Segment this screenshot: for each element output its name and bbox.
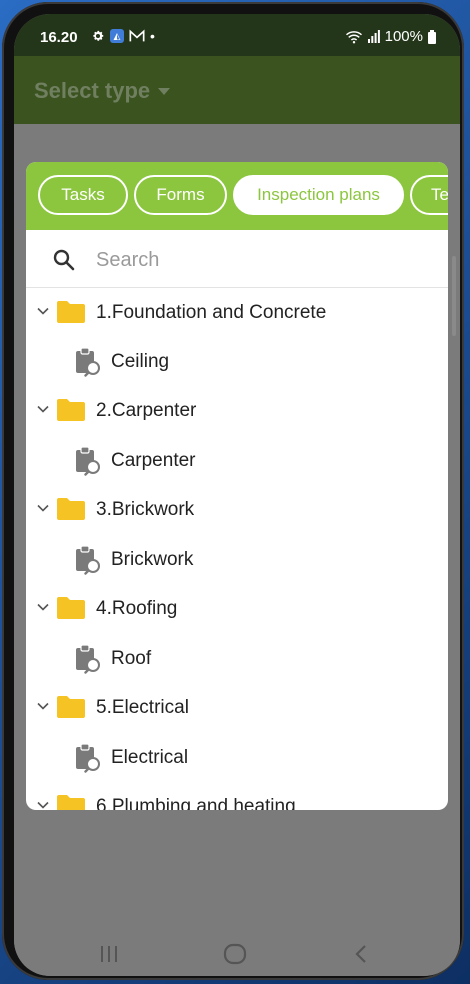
plan-label: Electrical — [111, 747, 189, 768]
chevron-down-icon[interactable] — [36, 600, 50, 614]
back-icon — [355, 945, 366, 963]
chevron-down-icon[interactable] — [36, 304, 50, 318]
battery-percentage: 100% — [384, 28, 423, 45]
search-bar — [26, 230, 448, 288]
battery-icon — [428, 29, 436, 44]
folder-icon — [57, 597, 85, 619]
folder-label: 2.Carpenter — [96, 400, 197, 421]
tree-folder-row[interactable]: 4.Roofing — [26, 584, 448, 633]
mail-icon — [129, 29, 145, 42]
clipboard-search-icon — [76, 347, 100, 377]
plan-label: Carpenter — [111, 450, 196, 471]
app-bar: Select type — [14, 56, 460, 124]
folder-label: 3.Brickwork — [96, 499, 195, 520]
device-background: 16.20 ◭ • 100% Select type Tasks Forms I… — [0, 0, 470, 984]
home-button[interactable] — [220, 942, 250, 966]
status-system-icons: 100% — [345, 28, 436, 45]
recent-apps-button[interactable] — [94, 942, 124, 966]
tab-inspection-plans[interactable]: Inspection plans — [233, 175, 404, 215]
wifi-icon — [345, 30, 362, 43]
screen: 16.20 ◭ • 100% Select type Tasks Forms I… — [14, 14, 460, 976]
tree-folder-row[interactable]: 1.Foundation and Concrete — [26, 288, 448, 337]
tree-plan-row[interactable]: Brickwork — [26, 535, 448, 584]
plan-label: Ceiling — [111, 351, 170, 372]
folder-icon — [57, 795, 85, 810]
app-notification-icon: ◭ — [110, 29, 124, 43]
tree-plan-row[interactable]: Roof — [26, 634, 448, 683]
chevron-down-icon[interactable] — [36, 501, 50, 515]
folder-label: 5.Electrical — [96, 697, 189, 718]
folder-label: 4.Roofing — [96, 598, 178, 619]
status-bar: 16.20 ◭ • 100% — [14, 14, 460, 56]
select-type-dropdown[interactable]: Select type — [34, 78, 171, 104]
tab-label: Inspection plans — [257, 185, 380, 204]
tree-plan-row[interactable]: Ceiling — [26, 337, 448, 386]
clipboard-search-icon — [76, 446, 100, 476]
inspection-plan-tree: 1.Foundation and Concrete Ceiling 2.Carp… — [26, 288, 448, 810]
plan-label: Roof — [111, 648, 152, 669]
chevron-down-icon[interactable] — [36, 798, 50, 810]
folder-label: 6.Plumbing and heating — [96, 796, 296, 810]
signal-icon — [367, 30, 380, 43]
tab-label: Forms — [156, 185, 205, 204]
tree-folder-row[interactable]: 6.Plumbing and heating — [26, 782, 448, 810]
tab-forms[interactable]: Forms — [134, 175, 227, 215]
tree-folder-row[interactable]: 3.Brickwork — [26, 485, 448, 534]
tab-templates[interactable]: Te — [410, 175, 448, 215]
folder-icon — [57, 301, 85, 323]
folder-label: 1.Foundation and Concrete — [96, 302, 327, 323]
back-button[interactable] — [346, 942, 376, 966]
clipboard-search-icon — [76, 644, 100, 674]
caret-down-icon — [158, 87, 171, 95]
select-type-dialog: Tasks Forms Inspection plans Te Search 1… — [26, 162, 448, 810]
plan-label: Brickwork — [111, 549, 194, 570]
tab-label: Tasks — [61, 185, 105, 204]
tree-folder-row[interactable]: 2.Carpenter — [26, 386, 448, 435]
gear-icon — [93, 30, 104, 41]
folder-icon — [57, 498, 85, 520]
search-input[interactable] — [94, 244, 428, 276]
chevron-down-icon[interactable] — [36, 699, 50, 713]
tree-folder-row[interactable]: 5.Electrical — [26, 683, 448, 732]
scrollbar[interactable] — [452, 256, 456, 336]
folder-icon — [57, 399, 85, 421]
chevron-down-icon[interactable] — [36, 402, 50, 416]
tab-label: Te — [431, 185, 448, 204]
home-icon — [223, 943, 247, 965]
clipboard-search-icon — [76, 743, 100, 773]
status-time: 16.20 — [40, 29, 78, 46]
type-tabs: Tasks Forms Inspection plans Te — [26, 162, 448, 230]
status-notification-icons: ◭ • — [91, 28, 155, 44]
search-icon — [53, 249, 75, 271]
more-notifications-dot: • — [150, 28, 155, 44]
app-bar-title: Select type — [34, 78, 151, 103]
tree-plan-row[interactable]: Carpenter — [26, 436, 448, 485]
recent-apps-icon — [101, 946, 117, 962]
phone-frame: 16.20 ◭ • 100% Select type Tasks Forms I… — [2, 2, 464, 980]
system-nav-bar — [14, 934, 460, 976]
clipboard-search-icon — [76, 545, 100, 575]
tab-tasks[interactable]: Tasks — [38, 175, 128, 215]
folder-icon — [57, 696, 85, 718]
tree-plan-row[interactable]: Electrical — [26, 733, 448, 782]
